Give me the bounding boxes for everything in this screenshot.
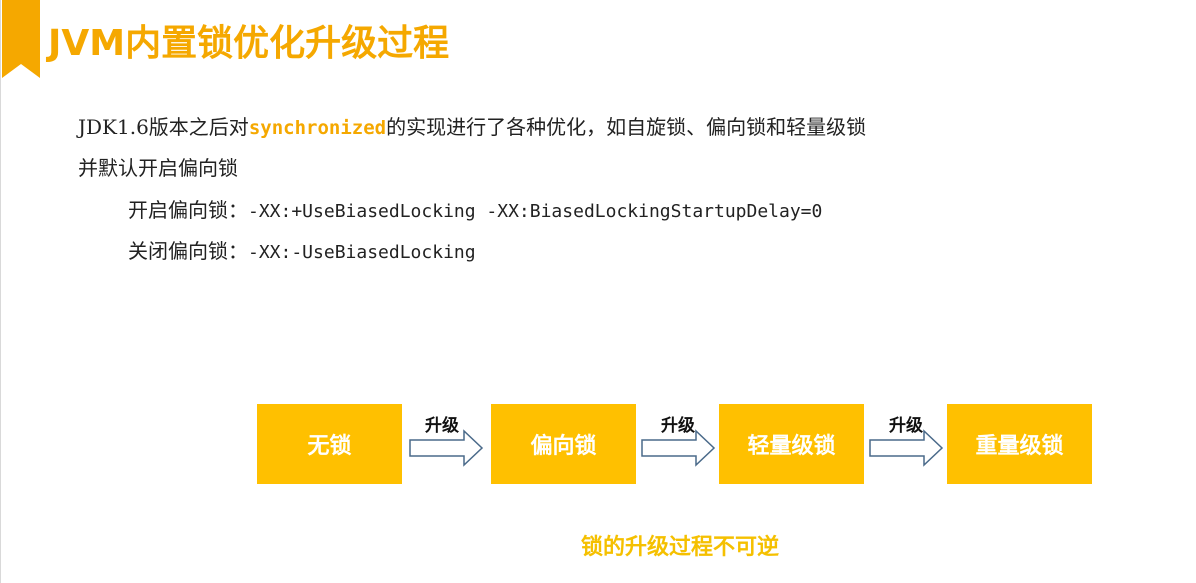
state-box-heavyweight-lock: 重量级锁 (947, 404, 1092, 484)
irreversible-caption: 锁的升级过程不可逆 (580, 534, 779, 560)
state-box-lightweight-lock: 轻量级锁 (719, 404, 864, 484)
left-border-line (0, 0, 1, 583)
intro-line: JDK1.6版本之后对synchronized的实现进行了各种优化，如自旋锁、偏… (78, 114, 866, 141)
disable-label: 关闭偏向锁： (128, 239, 248, 263)
enable-flags: -XX:+UseBiasedLocking -XX:BiasedLockingS… (248, 201, 823, 222)
default-biased-line: 并默认开启偏向锁 (78, 156, 238, 180)
disable-biased-line: 关闭偏向锁：-XX:-UseBiasedLocking (128, 238, 476, 266)
enable-label: 开启偏向锁： (128, 198, 248, 222)
state-box-biased-lock: 偏向锁 (491, 404, 636, 484)
upgrade-label-1: 升级 (425, 416, 459, 436)
state-box-no-lock: 无锁 (257, 404, 402, 484)
bookmark-ribbon-icon (2, 0, 40, 78)
upgrade-label-3: 升级 (889, 416, 923, 436)
intro-suffix: 的实现进行了各种优化，如自旋锁、偏向锁和轻量级锁 (386, 115, 867, 139)
synchronized-keyword: synchronized (248, 117, 387, 139)
enable-biased-line: 开启偏向锁：-XX:+UseBiasedLocking -XX:BiasedLo… (128, 197, 822, 225)
page-title: JVM内置锁优化升级过程 (48, 23, 450, 64)
disable-flags: -XX:-UseBiasedLocking (248, 242, 476, 263)
intro-prefix: JDK1.6版本之后对 (78, 115, 249, 139)
upgrade-label-2: 升级 (661, 416, 695, 436)
